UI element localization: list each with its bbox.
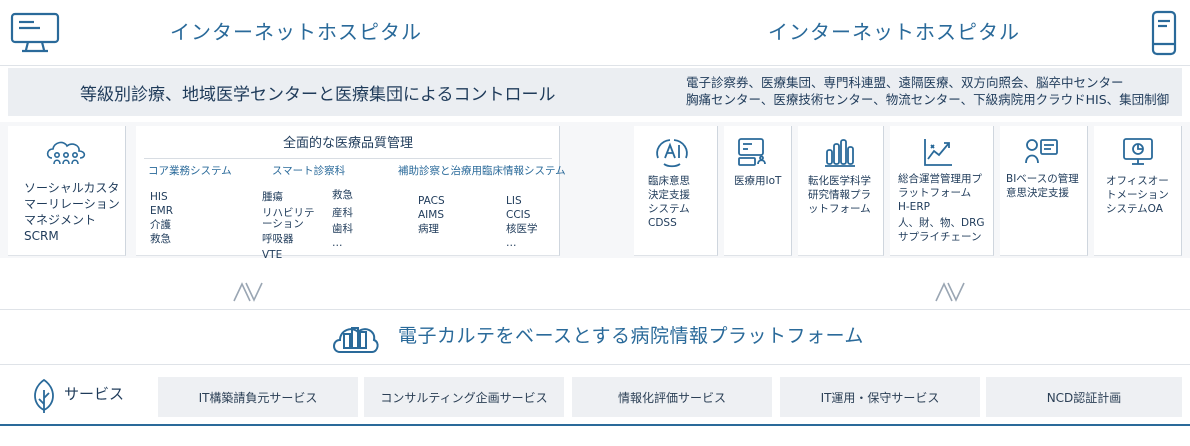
service-it-construction: IT構築請負元サービス [158, 377, 358, 417]
desktop-monitor-icon [10, 12, 60, 54]
module-herp: 総合運営管理用プ ラットフォーム H-ERP 人、財、物、DRG サプライチェー… [890, 126, 994, 256]
header: インターネットホスピタル インターネットホスピタル [0, 0, 1190, 66]
core-item-his: HIS [150, 191, 168, 203]
scrm-line-1: ソーシャルカスタ [24, 181, 120, 195]
hospital-cloud-icon [330, 318, 380, 356]
research-line-2: 研究情報プラ [808, 189, 871, 201]
module-research: 転化医学科学 研究情報プラ ットフォーム [798, 126, 884, 256]
aux-systems-title: 補助診察と治療用臨床情報システム [398, 165, 566, 177]
bi-line-1: BIベースの管理 [1006, 173, 1079, 185]
research-line-3: ットフォーム [808, 203, 871, 215]
smart-item-obstetrics: 産科 [332, 207, 353, 219]
platform-title: 電子カルテをベースとする病院情報プラットフォーム [398, 325, 864, 347]
core-item-care: 介護 [150, 219, 171, 231]
aux-item-lis: LIS [506, 195, 522, 207]
module-iot: 医療用IoT [724, 126, 792, 256]
oa-line-2: トメーション [1106, 189, 1169, 201]
herp-line-4: 人、財、物、DRG [898, 217, 985, 229]
aux-item-more: … [506, 237, 517, 249]
services-label: サービス [64, 385, 125, 403]
smart-item-dental: 歯科 [332, 223, 353, 235]
bidirectional-arrow-icon [930, 281, 970, 303]
smart-item-emergency: 救急 [332, 189, 353, 201]
band-right-line1: 電子診察券、医療集団、専門科連盟、遠隔医療、双方向照会、脳卒中センター [686, 75, 1124, 90]
office-monitor-icon [1122, 136, 1154, 168]
aux-item-pacs: PACS [418, 195, 445, 207]
people-cloud-icon [44, 138, 88, 168]
cdss-line-3: システム [648, 203, 690, 215]
smartphone-icon [1151, 10, 1177, 56]
core-item-emr: EMR [150, 205, 173, 217]
research-bars-icon [824, 136, 856, 168]
service-consulting: コンサルティング企画サービス [364, 377, 564, 417]
iot-line-1: 医療用IoT [734, 175, 782, 187]
herp-line-3: H-ERP [898, 201, 930, 213]
band-right-line2: 胸痛センター、医療技術センター、物流センター、下級病院用クラウドHIS、集団制御 [686, 92, 1170, 107]
oa-line-1: オフィスオー [1106, 175, 1169, 187]
leaf-icon [30, 378, 58, 414]
smart-item-rehab-2: ーション [262, 218, 304, 230]
cdss-line-1: 臨床意思 [648, 175, 690, 187]
scrm-panel: ソーシャルカスタ マーリレーション マネジメントSCRM [8, 126, 126, 256]
quality-title: 全面的な医療品質管理 [282, 136, 413, 151]
herp-line-5: サプライチェーン [898, 231, 982, 243]
core-systems-title: コア業務システム [148, 165, 232, 177]
service-ncd: NCD認証計画 [986, 377, 1182, 417]
herp-line-2: ラットフォーム [898, 187, 972, 199]
smart-item-tumor: 腫瘍 [262, 191, 283, 203]
herp-line-1: 総合運営管理用プ [898, 173, 982, 185]
service-evaluation: 情報化評価サービス [572, 377, 772, 417]
ai-icon [652, 136, 692, 170]
cdss-line-2: 決定支援 [648, 189, 690, 201]
core-item-emergency: 救急 [150, 233, 171, 245]
smart-item-more: … [332, 237, 343, 249]
aux-item-pathology: 病理 [418, 223, 439, 235]
smart-item-respiratory: 呼吸器 [262, 233, 294, 245]
bi-line-2: 意思決定支援 [1006, 187, 1069, 199]
aux-item-aims: AIMS [418, 209, 445, 221]
person-board-icon [1024, 136, 1060, 168]
scrm-line-2: マーリレーション [24, 197, 120, 211]
trend-chart-icon [922, 136, 954, 168]
aux-item-nuclear: 核医学 [506, 223, 538, 235]
cdss-line-4: CDSS [648, 217, 677, 229]
smart-item-vte: VTE [262, 249, 283, 261]
aux-item-ccis: CCIS [506, 209, 531, 221]
scrm-line-3: マネジメントSCRM [24, 213, 97, 243]
module-cdss: 臨床意思 決定支援 システム CDSS [634, 126, 718, 256]
iot-device-icon [736, 136, 768, 168]
header-left-title: インターネットホスピタル [170, 20, 422, 44]
header-right-title: インターネットホスピタル [768, 20, 1020, 44]
module-oa: オフィスオー トメーション システムOA [1094, 126, 1182, 256]
quality-divider [144, 158, 552, 159]
smart-dept-title: スマート診察科 [272, 165, 346, 177]
band-left-text: 等級別診療、地域医学センターと医療集団によるコントロール [80, 85, 556, 105]
research-line-1: 転化医学科学 [808, 175, 871, 187]
oa-line-3: システムOA [1106, 203, 1163, 215]
module-bi: BIベースの管理 意思決定支援 [1000, 126, 1088, 256]
bidirectional-arrow-icon [228, 281, 268, 303]
quality-panel: 全面的な医療品質管理 コア業務システム HIS EMR 介護 救急 スマート診察… [136, 126, 566, 261]
service-it-operations: IT運用・保守サービス [780, 377, 980, 417]
